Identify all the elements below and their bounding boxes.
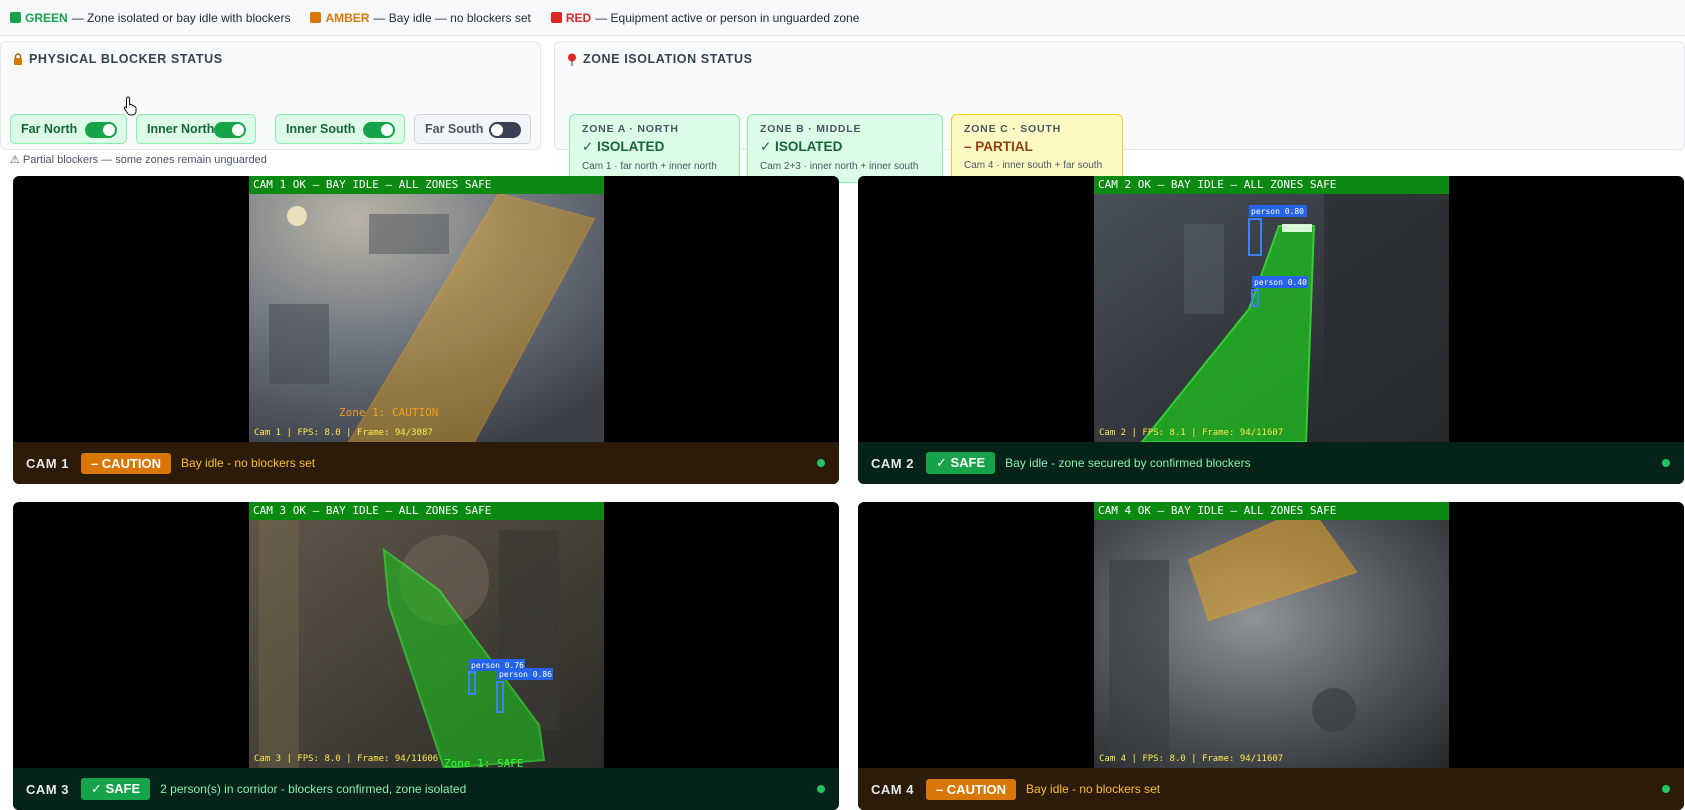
legend-key: RED bbox=[565, 10, 592, 25]
zone-panel-title-text: ZONE ISOLATION STATUS bbox=[583, 52, 753, 66]
camera-image-3: person 0.76 person 0.86 Zone 1: SAFE bbox=[249, 520, 604, 768]
feed-meta: Cam 2 | FPS: 8.1 | Frame: 94/11607 bbox=[1099, 428, 1284, 438]
partial-blockers-warning: ⚠ Partial blockers — some zones remain u… bbox=[10, 154, 267, 166]
mouse-cursor-icon bbox=[123, 96, 137, 116]
blocker-status-panel: PHYSICAL BLOCKER STATUS Far North Inner … bbox=[0, 41, 541, 166]
camera-footer-4: CAM 4 – CAUTION Bay idle - no blockers s… bbox=[858, 768, 1684, 810]
camera-footer-1: CAM 1 – CAUTION Bay idle - no blockers s… bbox=[13, 442, 839, 484]
camera-image-4 bbox=[1094, 520, 1449, 768]
status-legend: GREEN — Zone isolated or bay idle with b… bbox=[0, 0, 1685, 36]
camera-label: CAM 1 bbox=[26, 455, 69, 471]
camera-message: Bay idle - no blockers set bbox=[1026, 782, 1161, 796]
camera-card-1: CAM 1 OK — BAY IDLE — ALL ZONES SAFE Zon… bbox=[13, 176, 839, 484]
feed-meta: Cam 3 | FPS: 8.0 | Frame: 94/11606 bbox=[254, 754, 439, 764]
feed-banner: CAM 1 OK — BAY IDLE — ALL ZONES SAFE bbox=[249, 176, 604, 194]
zone-status: ✓ ISOLATED bbox=[760, 139, 843, 154]
legend-text: — Zone isolated or bay idle with blocker… bbox=[71, 10, 291, 25]
feed-meta: Cam 1 | FPS: 8.0 | Frame: 94/3087 bbox=[254, 428, 433, 438]
camera-card-4: CAM 4 OK — BAY IDLE — ALL ZONES SAFE Cam… bbox=[858, 502, 1684, 810]
live-indicator-icon bbox=[1662, 459, 1670, 467]
toggle-switch[interactable] bbox=[214, 122, 246, 138]
camera-image-1: Zone 1: CAUTION bbox=[249, 194, 604, 442]
detection-label: person 0.40 bbox=[1254, 278, 1307, 287]
zone-name: ZONE A · NORTH bbox=[582, 123, 679, 135]
camera-message: Bay idle - no blockers set bbox=[181, 456, 316, 470]
red-swatch-icon bbox=[550, 12, 562, 23]
zone-overlay-label: Zone 1: SAFE bbox=[444, 757, 523, 768]
camera-label: CAM 3 bbox=[26, 781, 69, 797]
zone-status: ✓ ISOLATED bbox=[582, 139, 665, 154]
toggle-switch[interactable] bbox=[363, 122, 395, 138]
legend-amber: AMBER — Bay idle — no blockers set bbox=[310, 10, 531, 25]
toggle-label: Far North bbox=[21, 122, 78, 136]
toggle-inner-north[interactable]: Inner North bbox=[136, 114, 256, 144]
legend-text: — Bay idle — no blockers set bbox=[373, 10, 531, 25]
camera-card-2: CAM 2 OK — BAY IDLE — ALL ZONES SAFE per… bbox=[858, 176, 1684, 484]
toggle-far-south[interactable]: Far South bbox=[414, 114, 531, 144]
lock-icon bbox=[14, 53, 22, 65]
zone-name: ZONE C · SOUTH bbox=[964, 123, 1061, 135]
toggle-label: Inner North bbox=[147, 122, 215, 136]
legend-red: RED — Equipment active or person in ungu… bbox=[550, 10, 860, 25]
pin-icon bbox=[568, 53, 576, 66]
legend-key: AMBER bbox=[325, 10, 370, 25]
toggle-label: Inner South bbox=[286, 122, 356, 136]
toggle-label: Far South bbox=[425, 122, 484, 136]
zone-description: Cam 2+3 · inner north + inner south bbox=[760, 161, 919, 172]
green-swatch-icon bbox=[10, 12, 21, 23]
toggle-inner-south[interactable]: Inner South bbox=[275, 114, 405, 144]
camera-feed-1[interactable]: CAM 1 OK — BAY IDLE — ALL ZONES SAFE Zon… bbox=[249, 176, 604, 442]
live-indicator-icon bbox=[1662, 785, 1670, 793]
zone-card-a: ZONE A · NORTH ✓ ISOLATED Cam 1 · far no… bbox=[569, 114, 740, 183]
camera-message: 2 person(s) in corridor - blockers confi… bbox=[160, 782, 467, 796]
live-indicator-icon bbox=[817, 785, 825, 793]
zone-name: ZONE B · MIDDLE bbox=[760, 123, 862, 135]
toggle-switch[interactable] bbox=[489, 122, 521, 138]
camera-feed-4[interactable]: CAM 4 OK — BAY IDLE — ALL ZONES SAFE Cam… bbox=[1094, 502, 1449, 768]
live-indicator-icon bbox=[817, 459, 825, 467]
zone-description: Cam 1 · far north + inner north bbox=[582, 161, 717, 172]
zone-panel-title: ZONE ISOLATION STATUS bbox=[567, 52, 753, 66]
detection-label: person 0.80 bbox=[1251, 207, 1304, 216]
status-badge: – CAUTION bbox=[925, 778, 1017, 800]
camera-image-2: person 0.80 person 0.40 bbox=[1094, 194, 1449, 442]
zone-description: Cam 4 · inner south + far south bbox=[964, 160, 1103, 171]
legend-text: — Equipment active or person in unguarde… bbox=[595, 10, 860, 25]
amber-swatch-icon bbox=[310, 12, 322, 23]
zone-overlay-label: Zone 1: CAUTION bbox=[339, 406, 438, 419]
camera-footer-3: CAM 3 ✓ SAFE 2 person(s) in corridor - b… bbox=[13, 768, 839, 810]
feed-meta: Cam 4 | FPS: 8.0 | Frame: 94/11607 bbox=[1099, 754, 1284, 764]
camera-label: CAM 4 bbox=[871, 781, 914, 797]
feed-banner: CAM 4 OK — BAY IDLE — ALL ZONES SAFE bbox=[1094, 502, 1449, 520]
status-badge: ✓ SAFE bbox=[925, 452, 996, 474]
camera-label: CAM 2 bbox=[871, 455, 914, 471]
feed-banner: CAM 3 OK — BAY IDLE — ALL ZONES SAFE bbox=[249, 502, 604, 520]
toggle-switch[interactable] bbox=[85, 122, 117, 138]
detection-label: person 0.86 bbox=[499, 670, 552, 679]
status-badge: – CAUTION bbox=[80, 452, 172, 474]
toggle-far-north[interactable]: Far North bbox=[10, 114, 127, 144]
blocker-panel-title: PHYSICAL BLOCKER STATUS bbox=[13, 52, 223, 66]
camera-feed-3[interactable]: CAM 3 OK — BAY IDLE — ALL ZONES SAFE per… bbox=[249, 502, 604, 768]
legend-green: GREEN — Zone isolated or bay idle with b… bbox=[10, 11, 290, 25]
feed-banner: CAM 2 OK — BAY IDLE — ALL ZONES SAFE bbox=[1094, 176, 1449, 194]
zone-status: – PARTIAL bbox=[964, 139, 1033, 154]
camera-footer-2: CAM 2 ✓ SAFE Bay idle - zone secured by … bbox=[858, 442, 1684, 484]
camera-message: Bay idle - zone secured by confirmed blo… bbox=[1005, 456, 1251, 470]
zone-card-c: ZONE C · SOUTH – PARTIAL Cam 4 · inner s… bbox=[951, 114, 1123, 183]
status-badge: ✓ SAFE bbox=[80, 778, 151, 800]
camera-feed-2[interactable]: CAM 2 OK — BAY IDLE — ALL ZONES SAFE per… bbox=[1094, 176, 1449, 442]
zone-isolation-panel: ZONE ISOLATION STATUS ZONE A · NORTH ✓ I… bbox=[554, 41, 1685, 183]
zone-card-b: ZONE B · MIDDLE ✓ ISOLATED Cam 2+3 · inn… bbox=[747, 114, 943, 183]
blocker-panel-title-text: PHYSICAL BLOCKER STATUS bbox=[29, 52, 223, 66]
camera-card-3: CAM 3 OK — BAY IDLE — ALL ZONES SAFE per… bbox=[13, 502, 839, 810]
legend-key: GREEN bbox=[25, 10, 68, 25]
